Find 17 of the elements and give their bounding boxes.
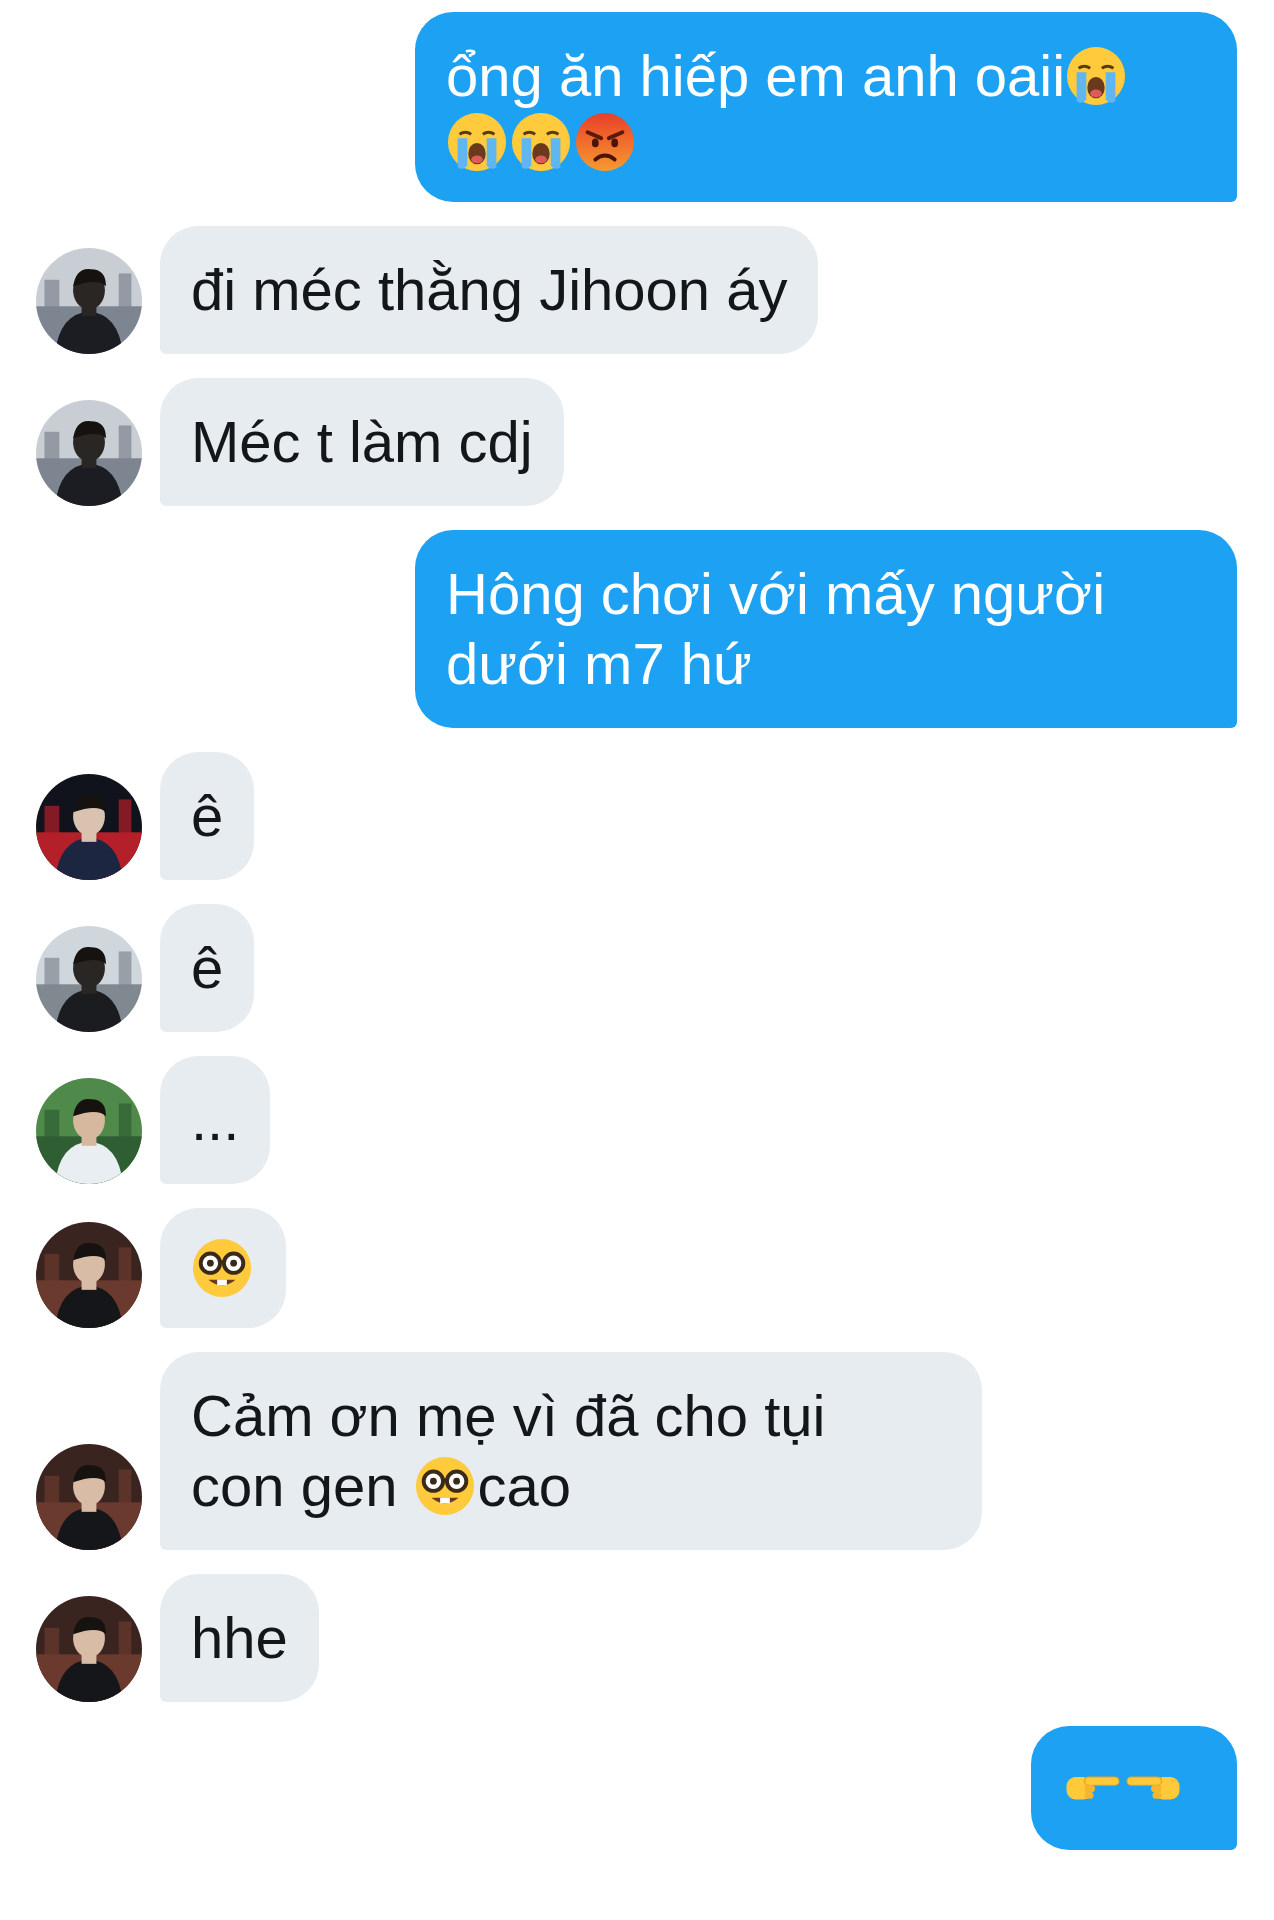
message-text: Cảm ơn mẹ vì đã cho tụi — [191, 1382, 826, 1450]
message-text: con gen — [191, 1452, 399, 1520]
glasses-face-icon — [191, 1237, 253, 1299]
angry-face-icon — [574, 111, 636, 173]
crying-face-icon — [1065, 45, 1128, 107]
crying-face-icon — [446, 111, 508, 173]
message-text: Hông chơi với mấy người dưới m7 hứ — [446, 560, 1107, 698]
message-text: đi méc thằng Jihoon áy — [191, 256, 788, 324]
message-text: ê — [191, 934, 224, 1002]
crying-face-icon — [510, 111, 572, 173]
message-text: Méc t làm cdj — [191, 408, 533, 476]
message-text: ổng ăn hiếp em anh oaii — [446, 42, 1066, 110]
message-text: ê — [191, 782, 224, 850]
message-text: cao — [477, 1452, 572, 1520]
message-text: ... — [191, 1086, 240, 1154]
glasses-face-icon — [413, 1455, 476, 1517]
message-text: hhe — [191, 1604, 288, 1672]
